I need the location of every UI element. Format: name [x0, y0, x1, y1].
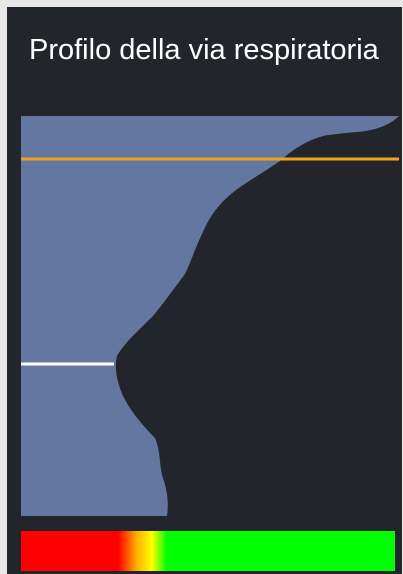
color-scale-gradient [21, 531, 395, 571]
airway-profile-plot [21, 116, 399, 516]
airway-profile-svg [21, 116, 399, 516]
airway-profile-panel: Profilo della via respiratoria [7, 7, 402, 574]
panel-title: Profilo della via respiratoria [29, 34, 379, 66]
color-scale-bar [21, 531, 395, 571]
